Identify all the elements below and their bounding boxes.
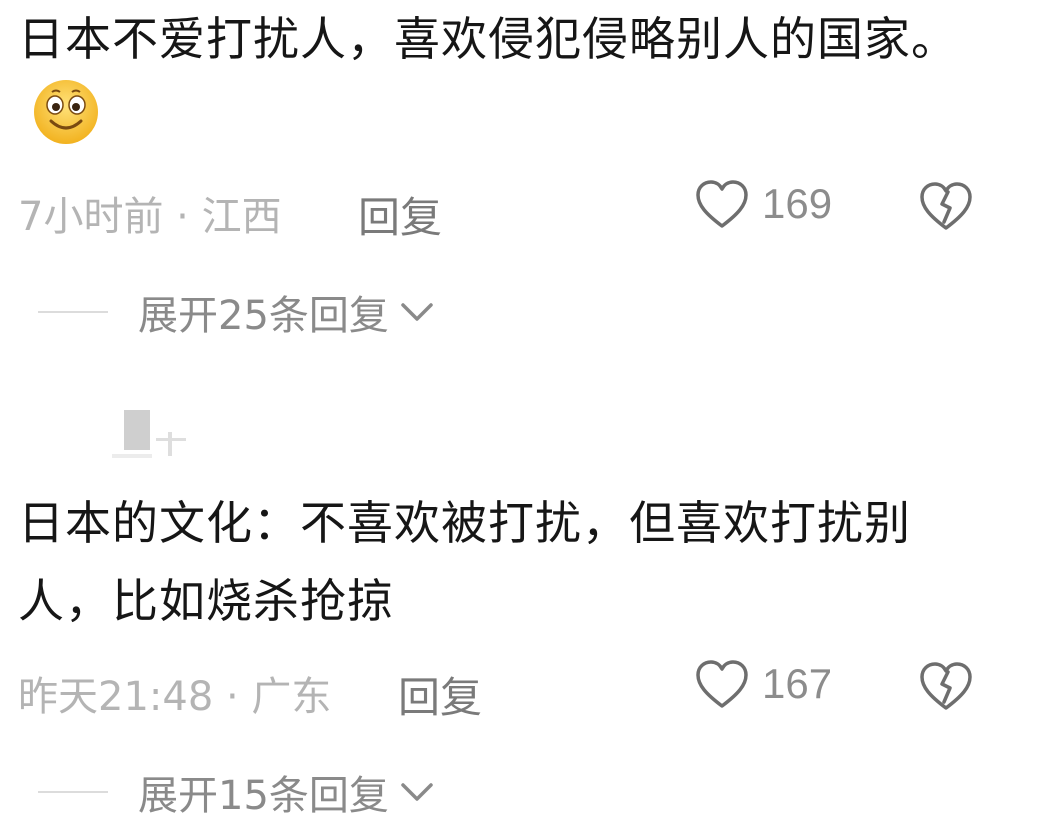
broken-heart-icon[interactable] — [918, 180, 974, 232]
comment-text: 日本不爱打扰人，喜欢侵犯侵略别人的国家。 — [18, 0, 978, 157]
like-button[interactable]: 169 — [694, 178, 832, 230]
like-count: 169 — [762, 180, 833, 227]
time-location: 7小时前 · 江西 — [18, 194, 282, 240]
expand-replies-label: 展开15条回复 — [138, 773, 389, 819]
chevron-down-icon — [401, 303, 433, 321]
expand-replies-button[interactable]: 展开25条回复 — [38, 282, 437, 342]
reply-button[interactable]: 回复 — [358, 184, 442, 245]
comment-body: 日本的文化：不喜欢被打扰，但喜欢打扰别人，比如烧杀抢掠 — [18, 496, 911, 628]
comment-text: 日本的文化：不喜欢被打扰，但喜欢打扰别人，比如烧杀抢掠 — [18, 484, 978, 640]
like-button[interactable]: 167 — [694, 658, 832, 710]
divider-line — [38, 791, 108, 793]
expand-replies-label: 展开25条回复 — [138, 293, 389, 339]
time-location: 昨天21:48 · 广东 — [18, 674, 332, 720]
comment-meta: 昨天21:48 · 广东 回复 167 — [18, 658, 1039, 722]
like-count: 167 — [762, 660, 833, 707]
expand-replies-button[interactable]: 展开15条回复 — [38, 762, 437, 822]
heart-icon — [696, 660, 748, 708]
heart-icon — [696, 180, 748, 228]
divider-line — [38, 311, 108, 313]
comment-meta: 7小时前 · 江西 回复 169 — [18, 178, 1039, 242]
avatar[interactable] — [112, 408, 194, 464]
reply-button[interactable]: 回复 — [398, 664, 482, 725]
comment-body: 日本不爱打扰人，喜欢侵犯侵略别人的国家。 — [18, 12, 958, 66]
chevron-down-icon — [401, 783, 433, 801]
broken-heart-icon[interactable] — [918, 660, 974, 712]
smiley-emoji-icon — [34, 80, 98, 144]
